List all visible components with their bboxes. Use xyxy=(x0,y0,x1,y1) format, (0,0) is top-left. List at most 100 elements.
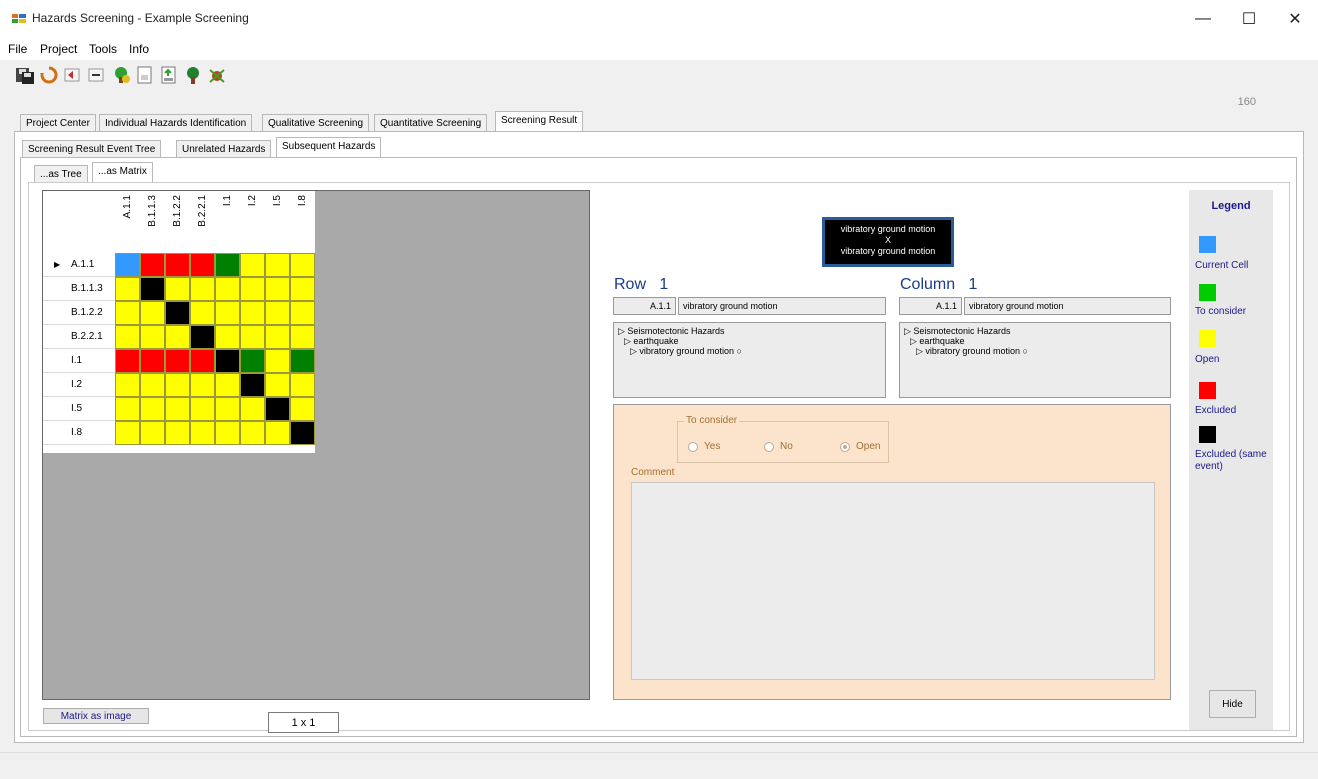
matrix-row-header[interactable]: B.1.1.3 xyxy=(43,277,115,301)
matrix-row-header[interactable]: I.1 xyxy=(43,349,115,373)
matrix-row-header[interactable]: B.1.2.2 xyxy=(43,301,115,325)
radio-no[interactable]: No xyxy=(764,441,793,452)
matrix-cell[interactable] xyxy=(165,373,190,397)
tab-as-tree[interactable]: ...as Tree xyxy=(34,165,88,183)
matrix-cell[interactable] xyxy=(215,349,240,373)
matrix-cell[interactable] xyxy=(190,277,215,301)
matrix-cell[interactable] xyxy=(265,397,290,421)
matrix-cell[interactable] xyxy=(215,373,240,397)
save-icon[interactable] xyxy=(14,64,36,86)
matrix-cell[interactable] xyxy=(290,253,315,277)
matrix-cell[interactable] xyxy=(290,349,315,373)
matrix-cell[interactable] xyxy=(190,325,215,349)
matrix-row-header[interactable]: ▶ A.1.1 xyxy=(43,253,115,277)
matrix-cell[interactable] xyxy=(140,373,165,397)
tab-as-matrix[interactable]: ...as Matrix xyxy=(92,162,153,183)
matrix-cell[interactable] xyxy=(290,397,315,421)
tab-event-tree[interactable]: Screening Result Event Tree xyxy=(22,140,162,158)
matrix-column-header[interactable]: I.1 xyxy=(215,191,240,253)
tab-qualitative-screening[interactable]: Qualitative Screening xyxy=(262,114,370,132)
matrix-cell[interactable] xyxy=(240,373,265,397)
matrix-cell[interactable] xyxy=(115,373,140,397)
tree-add-icon[interactable] xyxy=(110,64,132,86)
matrix-cell[interactable] xyxy=(265,349,290,373)
matrix-cell[interactable] xyxy=(115,421,140,445)
matrix-cell[interactable] xyxy=(140,253,165,277)
matrix-cell[interactable] xyxy=(165,253,190,277)
matrix-cell[interactable] xyxy=(165,325,190,349)
close-button[interactable]: ✕ xyxy=(1272,0,1318,38)
back-icon[interactable] xyxy=(62,64,84,86)
matrix-cell[interactable] xyxy=(115,397,140,421)
matrix-cell[interactable] xyxy=(215,421,240,445)
matrix-cell[interactable] xyxy=(240,277,265,301)
minimize-button[interactable]: — xyxy=(1180,0,1226,38)
matrix-cell[interactable] xyxy=(290,301,315,325)
tab-unrelated-hazards[interactable]: Unrelated Hazards xyxy=(176,140,272,158)
matrix-cell[interactable] xyxy=(265,301,290,325)
matrix-cell[interactable] xyxy=(265,421,290,445)
matrix-column-header[interactable]: I.8 xyxy=(290,191,315,253)
matrix-cell[interactable] xyxy=(190,301,215,325)
matrix-cell[interactable] xyxy=(140,277,165,301)
matrix-cell[interactable] xyxy=(115,301,140,325)
hide-button[interactable]: Hide xyxy=(1209,690,1256,718)
matrix-cell[interactable] xyxy=(115,325,140,349)
bug-icon[interactable] xyxy=(206,64,228,86)
matrix-cell[interactable] xyxy=(165,421,190,445)
matrix-cell[interactable] xyxy=(140,301,165,325)
menu-tools[interactable]: Tools xyxy=(89,42,117,56)
matrix-cell[interactable] xyxy=(240,397,265,421)
matrix-row-header[interactable]: I.8 xyxy=(43,421,115,445)
matrix-cell[interactable] xyxy=(290,373,315,397)
matrix-column-header[interactable]: I.5 xyxy=(265,191,290,253)
tab-quantitative-screening[interactable]: Quantitative Screening xyxy=(374,114,488,132)
matrix-cell[interactable] xyxy=(240,325,265,349)
tab-individual-hazards[interactable]: Individual Hazards Identification xyxy=(99,114,253,132)
matrix-as-image-button[interactable]: Matrix as image xyxy=(43,708,149,724)
tab-project-center[interactable]: Project Center xyxy=(20,114,96,132)
tab-subsequent-hazards[interactable]: Subsequent Hazards xyxy=(276,137,382,158)
menu-project[interactable]: Project xyxy=(40,42,77,56)
matrix-cell[interactable] xyxy=(290,421,315,445)
matrix-cell[interactable] xyxy=(190,349,215,373)
matrix-cell[interactable] xyxy=(215,253,240,277)
matrix-cell[interactable] xyxy=(265,373,290,397)
matrix-cell[interactable] xyxy=(240,301,265,325)
matrix-cell[interactable] xyxy=(165,397,190,421)
matrix-cell[interactable] xyxy=(115,277,140,301)
tab-screening-result[interactable]: Screening Result xyxy=(495,111,584,132)
matrix-cell[interactable] xyxy=(240,349,265,373)
matrix-cell[interactable] xyxy=(240,253,265,277)
matrix-cell[interactable] xyxy=(290,325,315,349)
matrix-row-header[interactable]: I.5 xyxy=(43,397,115,421)
refresh-icon[interactable] xyxy=(38,64,60,86)
matrix-cell[interactable] xyxy=(165,349,190,373)
matrix-cell[interactable] xyxy=(290,277,315,301)
matrix-cell[interactable] xyxy=(190,253,215,277)
menu-file[interactable]: File xyxy=(8,42,27,56)
matrix-view[interactable]: A.1.1 B.1.1.3 B.1.2.2 B.2.2.1 I.1 I.2 I.5 I.8 ▶ A… xyxy=(42,190,590,700)
matrix-column-header[interactable]: I.2 xyxy=(240,191,265,253)
document-icon[interactable] xyxy=(134,64,156,86)
menu-info[interactable]: Info xyxy=(129,42,149,56)
matrix-cell[interactable] xyxy=(140,421,165,445)
matrix-cell[interactable] xyxy=(215,325,240,349)
matrix-column-header[interactable]: A.1.1 xyxy=(115,191,140,253)
matrix-cell[interactable] xyxy=(140,397,165,421)
matrix-cell[interactable] xyxy=(140,325,165,349)
tree-icon[interactable] xyxy=(182,64,204,86)
matrix-cell[interactable] xyxy=(165,277,190,301)
matrix-cell[interactable] xyxy=(265,253,290,277)
matrix-cell[interactable] xyxy=(190,421,215,445)
matrix-cell[interactable] xyxy=(115,349,140,373)
matrix-cell[interactable] xyxy=(190,397,215,421)
matrix-cell[interactable] xyxy=(265,277,290,301)
matrix-cell[interactable] xyxy=(265,325,290,349)
matrix-cell[interactable] xyxy=(140,349,165,373)
maximize-button[interactable]: ☐ xyxy=(1226,0,1272,38)
matrix-row-header[interactable]: I.2 xyxy=(43,373,115,397)
export-icon[interactable] xyxy=(158,64,180,86)
matrix-cell[interactable] xyxy=(215,301,240,325)
matrix-cell[interactable] xyxy=(215,277,240,301)
